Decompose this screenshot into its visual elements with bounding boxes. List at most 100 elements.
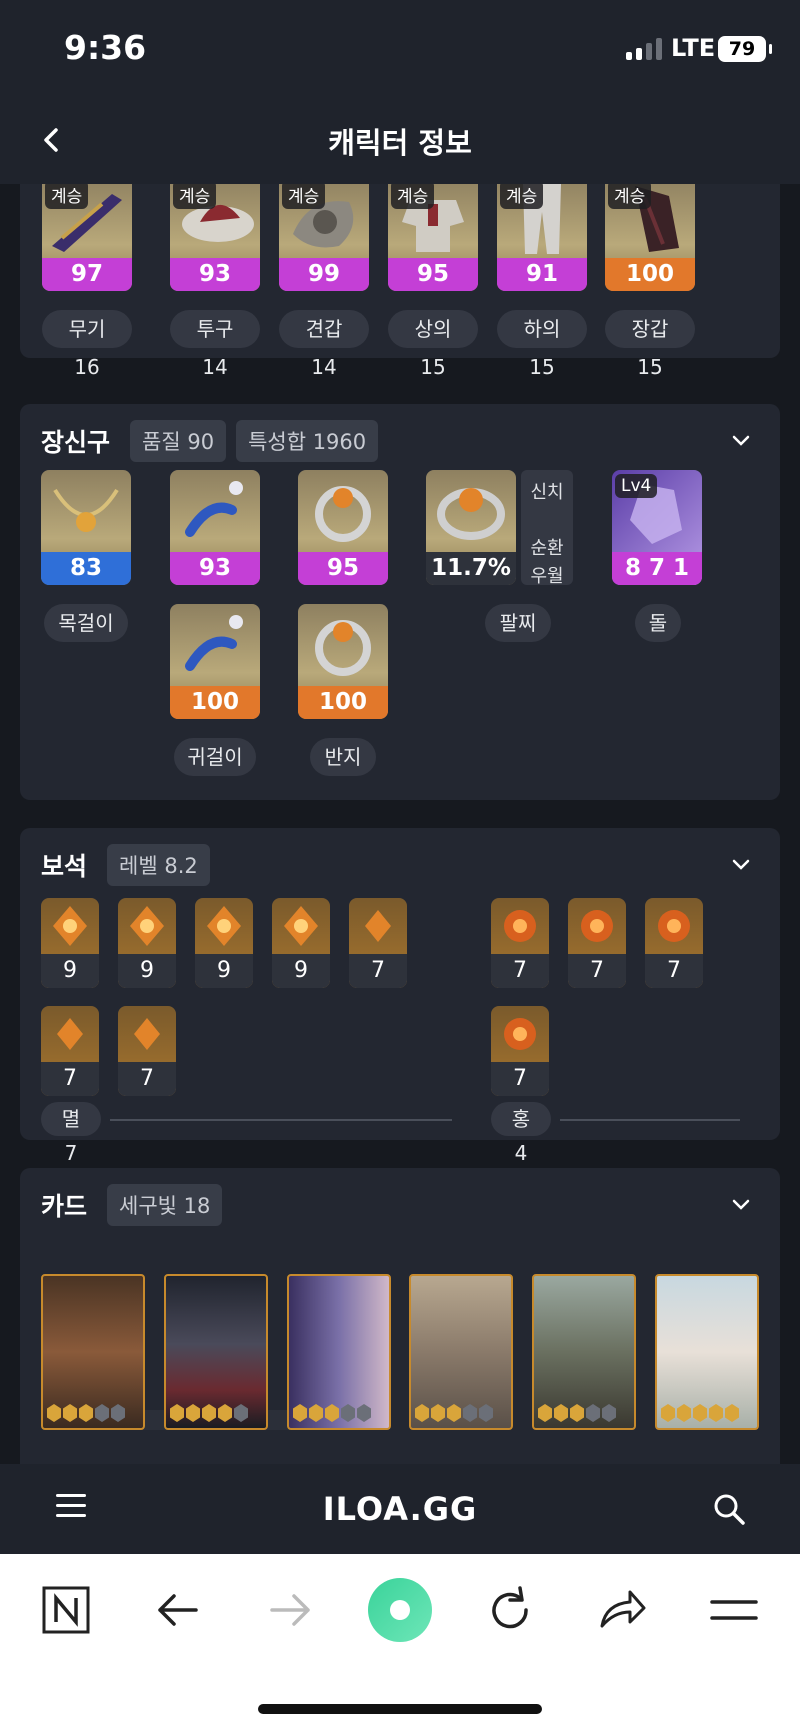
awakening-star-icon — [170, 1404, 184, 1422]
awakening-star-icon — [709, 1404, 723, 1422]
arrow-left-icon[interactable] — [148, 1580, 208, 1640]
gem-item[interactable]: 9 — [272, 898, 330, 988]
card-item[interactable] — [41, 1274, 145, 1430]
quality-value: 83 — [41, 552, 131, 585]
gem-item[interactable]: 7 — [645, 898, 703, 988]
quality-tag: 품질 90 — [130, 420, 227, 462]
destruction-gem-icon — [134, 1018, 160, 1050]
divider-line — [110, 1119, 452, 1121]
cooldown-gem-count: 홍 4 — [491, 1102, 551, 1165]
awakening-star-icon — [47, 1404, 61, 1422]
gem-item[interactable]: 7 — [349, 898, 407, 988]
search-icon[interactable] — [712, 1492, 746, 1526]
chevron-down-icon[interactable] — [728, 428, 754, 454]
gem-item[interactable]: 9 — [195, 898, 253, 988]
awakening-star-icon — [661, 1404, 675, 1422]
arrow-right-icon[interactable] — [260, 1580, 320, 1640]
quality-value: 100 — [170, 686, 260, 719]
rings-label: 반지 — [310, 738, 376, 776]
equipment-weapon[interactable]: 계승 97 — [42, 184, 132, 291]
awakening-star-icon — [341, 1404, 355, 1422]
cooldown-gem-icon — [504, 910, 536, 942]
succession-badge: 계승 — [45, 184, 89, 209]
awakening-star-icon — [95, 1404, 109, 1422]
bracelet-effect: 순환 — [530, 538, 564, 559]
ring-item-2[interactable]: 100 — [298, 604, 388, 719]
earring-icon — [185, 481, 243, 537]
equipment-pants[interactable]: 계승 91 — [497, 184, 587, 291]
equipment-gloves[interactable]: 계승 100 — [605, 184, 695, 291]
card-item[interactable] — [287, 1274, 391, 1430]
awakening-star-icon — [79, 1404, 93, 1422]
destruction-gem-icon — [57, 1018, 83, 1050]
home-green-icon[interactable] — [366, 1576, 434, 1644]
card-item[interactable] — [164, 1274, 268, 1430]
gem-level: 7 — [41, 1062, 99, 1096]
equipment-shoulder[interactable]: 계승 99 — [279, 184, 369, 291]
accessories-header: 장신구 품질 90 특성합 1960 — [41, 420, 379, 462]
awakening-star-icon — [693, 1404, 707, 1422]
gem-item[interactable]: 7 — [118, 1006, 176, 1096]
necklace-label: 목걸이 — [44, 604, 128, 642]
earring-item-1[interactable]: 93 — [170, 470, 260, 585]
cooldown-gem-icon — [504, 1018, 536, 1050]
browser-toolbar — [0, 1554, 800, 1732]
equipment-label: 무기 16 — [42, 310, 132, 379]
destruction-gem-icon — [53, 906, 87, 946]
naver-icon[interactable] — [36, 1580, 96, 1640]
destruction-gem-icon — [284, 906, 318, 946]
site-logo[interactable]: ILOA.GG — [0, 1490, 800, 1528]
awakening-star-icon — [111, 1404, 125, 1422]
card-item[interactable] — [409, 1274, 513, 1430]
card-item[interactable] — [532, 1274, 636, 1430]
succession-badge: 계승 — [391, 184, 435, 209]
chevron-down-icon[interactable] — [728, 852, 754, 878]
awakening-star-icon — [293, 1404, 307, 1422]
gem-item[interactable]: 7 — [568, 898, 626, 988]
gem-level: 7 — [118, 1062, 176, 1096]
home-indicator[interactable] — [258, 1704, 542, 1714]
awakening-stars — [293, 1404, 371, 1422]
gem-item[interactable]: 7 — [491, 898, 549, 988]
equipment-label: 상의 15 — [388, 310, 478, 379]
quality-value: 100 — [605, 258, 695, 291]
gem-level: 7 — [491, 954, 549, 988]
network-type: LTE — [671, 34, 716, 62]
quality-value: 97 — [42, 258, 132, 291]
awakening-star-icon — [447, 1404, 461, 1422]
quality-value: 93 — [170, 258, 260, 291]
gem-item[interactable]: 9 — [118, 898, 176, 988]
equipment-label: 견갑 14 — [279, 310, 369, 379]
earring-item-2[interactable]: 100 — [170, 604, 260, 719]
refresh-icon[interactable] — [480, 1580, 540, 1640]
necklace-item[interactable]: 83 — [41, 470, 131, 585]
signal-icon — [626, 38, 662, 60]
divider-line — [560, 1119, 740, 1121]
battery-icon: 79 — [718, 36, 772, 62]
awakening-star-icon — [218, 1404, 232, 1422]
gem-level-tag: 레벨 8.2 — [107, 844, 210, 886]
cooldown-gem-icon — [581, 910, 613, 942]
ring-icon — [315, 486, 371, 542]
gem-item[interactable]: 9 — [41, 898, 99, 988]
gem-item[interactable]: 7 — [491, 1006, 549, 1096]
stone-value: 8 7 1 — [612, 552, 702, 585]
succession-badge: 계승 — [500, 184, 544, 209]
accessories-panel: 장신구 품질 90 특성합 1960 83 목걸이 93 100 귀걸이 95 … — [20, 404, 780, 800]
stone-item[interactable]: Lv4 8 7 1 — [612, 470, 702, 585]
bracelet-value: 11.7% — [426, 552, 516, 585]
scroll-content[interactable]: 계승 97 무기 16 계승 93 투구 14 계승 99 견갑 14 계승 9… — [0, 184, 800, 1464]
menu-lines-icon[interactable] — [704, 1580, 764, 1640]
awakening-star-icon — [357, 1404, 371, 1422]
gem-item[interactable]: 7 — [41, 1006, 99, 1096]
destruction-gem-icon — [130, 906, 164, 946]
ring-item-1[interactable]: 95 — [298, 470, 388, 585]
gem-level: 9 — [41, 954, 99, 988]
bracelet-label: 팔찌 — [485, 604, 551, 642]
share-icon[interactable] — [592, 1580, 652, 1640]
chevron-down-icon[interactable] — [728, 1192, 754, 1218]
equipment-chest[interactable]: 계승 95 — [388, 184, 478, 291]
equipment-helmet[interactable]: 계승 93 — [170, 184, 260, 291]
bracelet-item[interactable]: 11.7% — [426, 470, 516, 585]
card-item[interactable] — [655, 1274, 759, 1430]
